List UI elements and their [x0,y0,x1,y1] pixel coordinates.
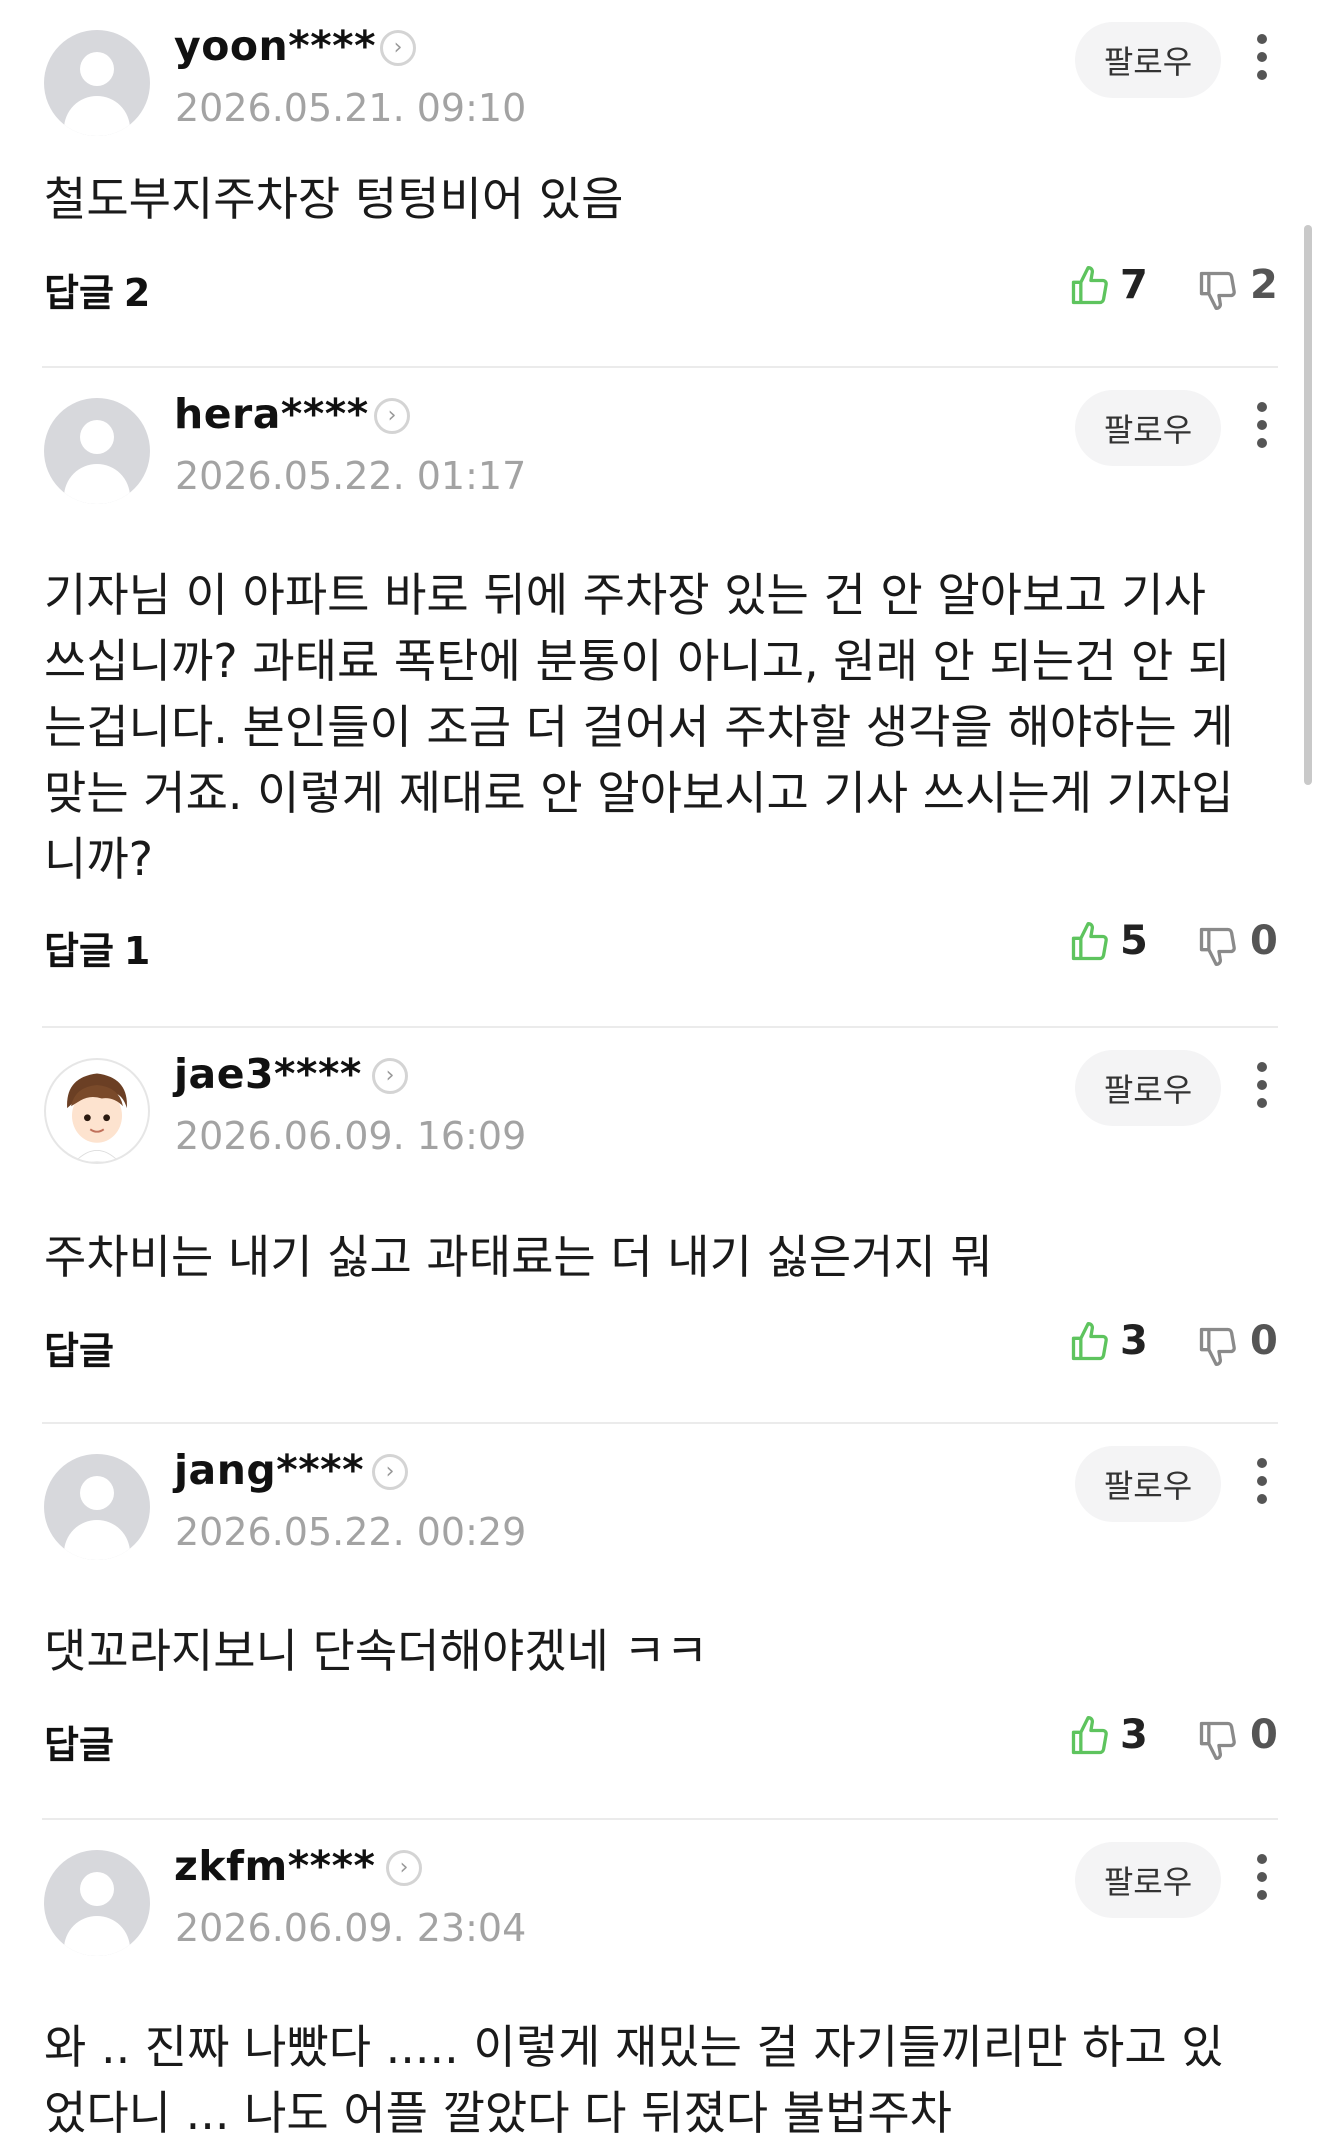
reply-label: 답글 [44,1329,114,1373]
more-dot [1257,420,1267,430]
comment-text: 댓꼬라지보니 단속더해야겠네 ㅋㅋ [44,1624,709,1678]
default-avatar-icon[interactable] [44,1454,150,1560]
comment-timestamp: 2026.05.21. 09:10 [175,86,527,130]
more-dot [1257,438,1267,448]
profile-chevron-icon[interactable]: › [380,30,416,66]
more-vertical-icon[interactable] [1242,1848,1282,1908]
more-dot [1257,1062,1267,1072]
avatar-body [64,464,130,504]
comment-item: jae3**** › 2026.06.09. 16:09 팔로우주차비는 내기 싫고 … [0,1028,1320,1424]
comment-text: 와 .. 진짜 나빴다 ..... 이렇게 재밌는 걸 자기들끼리만 하고 있었… [44,2020,1224,2140]
more-dot [1257,1872,1267,1882]
follow-button[interactable]: 팔로우 [1075,22,1221,98]
more-dot [1257,34,1267,44]
comment-timestamp: 2026.06.09. 16:09 [175,1114,527,1158]
more-dot [1257,70,1267,80]
profile-chevron-icon[interactable]: › [386,1850,422,1886]
dislike-count: 0 [1250,1318,1278,1364]
username[interactable]: zkfm**** [174,1842,375,1890]
thumbs-down-icon[interactable] [1196,268,1240,312]
more-dot [1257,1890,1267,1900]
comment-timestamp: 2026.06.09. 23:04 [175,1906,527,1950]
username[interactable]: yoon**** [174,22,376,70]
thumbs-up-icon[interactable] [1068,1714,1112,1758]
like-count: 3 [1120,1318,1148,1364]
like-count: 7 [1120,262,1148,308]
more-dot [1257,52,1267,62]
more-vertical-icon[interactable] [1242,1452,1282,1512]
reply-label: 답글 [44,929,114,973]
comment-item: hera**** › 2026.05.22. 01:17 팔로우기자님 이 아파트 바… [0,368,1320,1028]
comment-timestamp: 2026.05.22. 00:29 [175,1510,527,1554]
thumbs-up-icon[interactable] [1068,1320,1112,1364]
more-dot [1257,1098,1267,1108]
reply-label: 답글 [44,271,114,315]
more-dot [1257,402,1267,412]
reply-button[interactable]: 답글 2 [44,262,150,317]
thumbs-up-icon[interactable] [1068,264,1112,308]
more-dot [1257,1080,1267,1090]
reply-count: 2 [123,271,151,315]
comment-text: 철도부지주차장 텅텅비어 있음 [44,172,624,226]
avatar-body [64,96,130,136]
reply-button[interactable]: 답글 [44,1320,124,1375]
follow-button[interactable]: 팔로우 [1075,1842,1221,1918]
like-count: 5 [1120,918,1148,964]
more-vertical-icon[interactable] [1242,1056,1282,1116]
thumbs-down-icon[interactable] [1196,924,1240,968]
like-count: 3 [1120,1712,1148,1758]
follow-button[interactable]: 팔로우 [1075,390,1221,466]
default-avatar-icon[interactable] [44,30,150,136]
username[interactable]: hera**** [174,390,369,438]
more-vertical-icon[interactable] [1242,396,1282,456]
thumbs-up-icon[interactable] [1068,920,1112,964]
follow-button[interactable]: 팔로우 [1075,1050,1221,1126]
profile-chevron-icon[interactable]: › [372,1058,408,1094]
follow-button[interactable]: 팔로우 [1075,1446,1221,1522]
reply-button[interactable]: 답글 [44,1714,124,1769]
comment-item: zkfm**** › 2026.06.09. 23:04 팔로우와 .. 진짜 나빴다… [0,1820,1320,2140]
comment-timestamp: 2026.05.22. 01:17 [175,454,527,498]
username[interactable]: jang**** [174,1446,364,1494]
comment-text: 기자님 이 아파트 바로 뒤에 주차장 있는 건 안 알아보고 기사 쓰십니까?… [44,568,1234,886]
profile-chevron-icon[interactable]: › [372,1454,408,1490]
more-dot [1257,1494,1267,1504]
avatar-head [80,1476,114,1510]
avatar-body [64,1520,130,1560]
default-avatar-icon[interactable] [44,398,150,504]
comment-item: yoon**** › 2026.05.21. 09:10 팔로우철도부지주차장 텅텅비… [0,0,1320,368]
avatar-head [80,1872,114,1906]
profile-chevron-icon[interactable]: › [374,398,410,434]
reply-button[interactable]: 답글 1 [44,920,150,975]
more-dot [1257,1476,1267,1486]
comment-list-screen: yoon**** › 2026.05.21. 09:10 팔로우 철도부지주차장 텅텅비… [0,0,1320,2140]
more-dot [1257,1854,1267,1864]
thumbs-down-icon[interactable] [1196,1324,1240,1368]
username[interactable]: jae3**** [174,1050,362,1098]
reply-count: 1 [123,929,151,973]
dislike-count: 0 [1250,1712,1278,1758]
default-avatar-icon[interactable] [44,1850,150,1956]
avatar-head [80,420,114,454]
thumbs-down-icon[interactable] [1196,1718,1240,1762]
reply-label: 답글 [44,1723,114,1767]
cartoon-avatar[interactable] [44,1058,150,1164]
comment-item: jang**** › 2026.05.22. 00:29 팔로우댓꼬라지보니 단속더해… [0,1424,1320,1820]
dislike-count: 2 [1250,262,1278,308]
more-dot [1257,1458,1267,1468]
avatar-head [80,52,114,86]
avatar-body [64,1916,130,1956]
comment-text: 주차비는 내기 싫고 과태료는 더 내기 싫은거지 뭐 [44,1230,993,1284]
dislike-count: 0 [1250,918,1278,964]
more-vertical-icon[interactable] [1242,28,1282,88]
